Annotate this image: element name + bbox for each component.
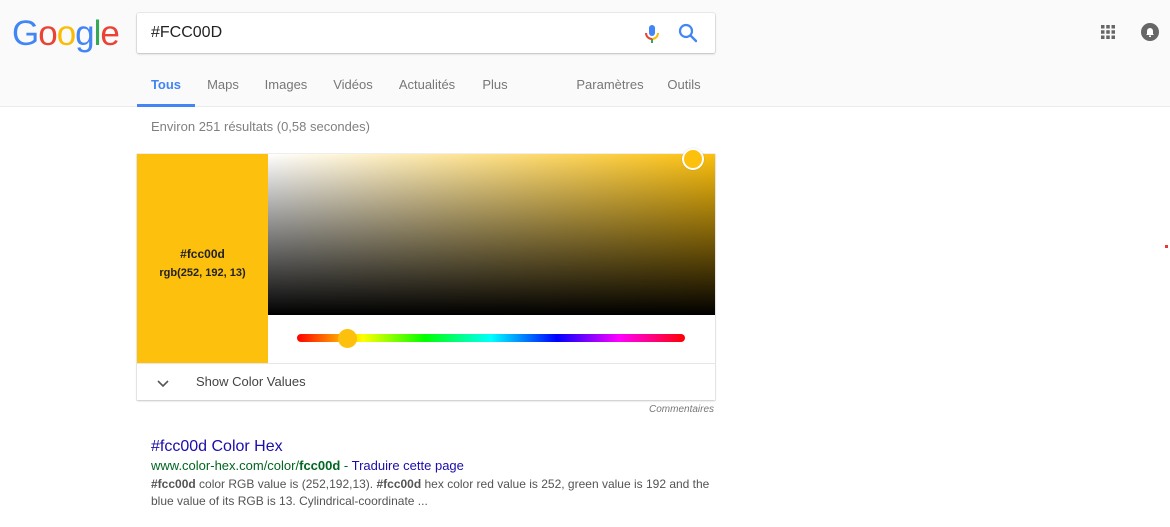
hex-value: #fcc00d [180,246,225,261]
result-url: www.color-hex.com/color/fcc00d - Traduir… [151,458,711,474]
indicator-dot [1165,245,1168,248]
show-color-values-button[interactable]: Show Color Values [137,364,715,400]
logo-letter: o [38,14,57,53]
tab-outils[interactable]: Outils [664,67,704,107]
tab-tous[interactable]: Tous [137,67,195,107]
apps-grid-icon[interactable] [1101,25,1115,39]
snippet-part: #fcc00d [151,477,196,491]
translate-link[interactable]: Traduire cette page [352,458,464,473]
logo-letter: o [56,14,76,53]
color-picker-card: #fcc00d rgb(252, 192, 13) Show Color Val… [137,148,715,400]
saturation-value-handle[interactable] [682,148,704,170]
color-swatch: #fcc00d rgb(252, 192, 13) [137,154,268,363]
result-url-sep: - [340,458,352,473]
google-logo[interactable]: Google [12,14,120,54]
result-url-prefix: www.color-hex.com/color/ [151,458,300,473]
search-input[interactable] [151,13,631,53]
search-box [137,13,715,53]
search-result: #fcc00d Color Hex www.color-hex.com/colo… [151,437,711,510]
tab-actualites[interactable]: Actualités [396,67,458,107]
header: Google Tou [0,0,1170,107]
snippet-part: color RGB value is (252,192,13). [195,477,377,491]
microphone-icon[interactable] [642,23,662,45]
result-url-bold: fcc00d [299,458,341,473]
feedback-link[interactable]: Commentaires [649,404,714,415]
result-stats: Environ 251 résultats (0,58 secondes) [151,119,370,134]
logo-letter: l [93,14,102,53]
rgb-value: rgb(252, 192, 13) [159,266,246,279]
logo-letter: e [100,14,119,53]
tab-videos[interactable]: Vidéos [330,67,376,107]
chevron-down-icon [157,376,169,388]
tab-maps[interactable]: Maps [203,67,243,107]
logo-letter: G [12,14,39,53]
bell-icon[interactable] [1141,23,1159,41]
search-icon[interactable] [677,22,699,44]
show-color-values-label: Show Color Values [196,374,306,389]
hue-slider-handle[interactable] [338,329,357,348]
logo-letter: g [75,14,94,53]
result-title-link[interactable]: #fcc00d Color Hex [151,437,711,457]
result-snippet: #fcc00d color RGB value is (252,192,13).… [151,476,711,510]
tab-parametres[interactable]: Paramètres [575,67,645,107]
tab-images[interactable]: Images [262,67,310,107]
saturation-value-area[interactable] [268,154,715,315]
snippet-part: #fcc00d [376,477,422,491]
tab-plus[interactable]: Plus [478,67,512,107]
